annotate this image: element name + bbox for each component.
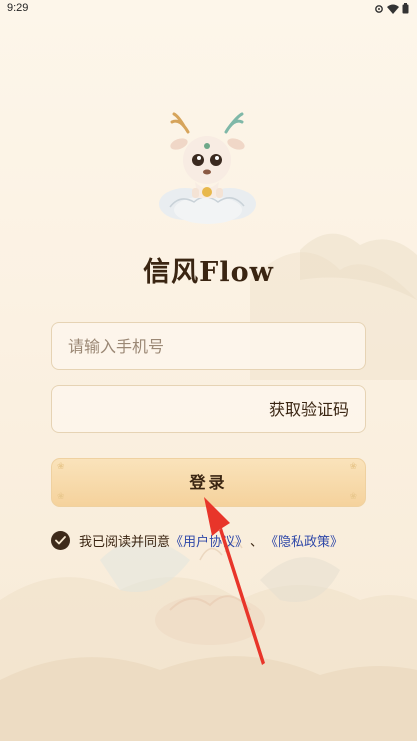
- agreement-row: 我已阅读并同意 《用户协议》 、 《隐私政策》: [51, 530, 343, 550]
- status-time: 9:29: [7, 2, 29, 14]
- app-title: 信风Flow: [143, 257, 274, 288]
- phone-field[interactable]: [51, 322, 366, 370]
- login-button[interactable]: ❀ ❀ ❀ ❀ 登录: [51, 458, 366, 507]
- mascot-logo: [159, 112, 256, 224]
- settings-icon: [375, 4, 383, 13]
- login-button-label: 登录: [189, 473, 228, 492]
- get-code-button[interactable]: 获取验证码: [269, 386, 349, 434]
- agreement-text: 我已阅读并同意: [79, 534, 171, 550]
- code-field[interactable]: 获取验证码: [51, 385, 366, 433]
- user-agreement-link[interactable]: 《用户协议》: [170, 531, 248, 550]
- corner-ornament-icon: ❀: [57, 492, 68, 502]
- agreement-checkbox[interactable]: [51, 530, 70, 550]
- status-bar: 9:29: [0, 0, 417, 18]
- corner-ornament-icon: ❀: [349, 462, 360, 472]
- corner-ornament-icon: ❀: [57, 462, 68, 472]
- battery-icon: [402, 3, 409, 14]
- phone-input[interactable]: [52, 323, 365, 369]
- status-icons: [374, 3, 409, 14]
- login-screen: 9:29 信风Flow 请输入手机号 获取验证码 ❀ ❀ ❀ ❀ 登录 我已阅读…: [0, 0, 417, 741]
- agreement-separator: 、: [250, 534, 264, 550]
- privacy-policy-link[interactable]: 《隐私政策》: [265, 531, 343, 550]
- checkmark-icon: [55, 535, 66, 544]
- corner-ornament-icon: ❀: [349, 492, 360, 502]
- wifi-icon: [387, 4, 399, 14]
